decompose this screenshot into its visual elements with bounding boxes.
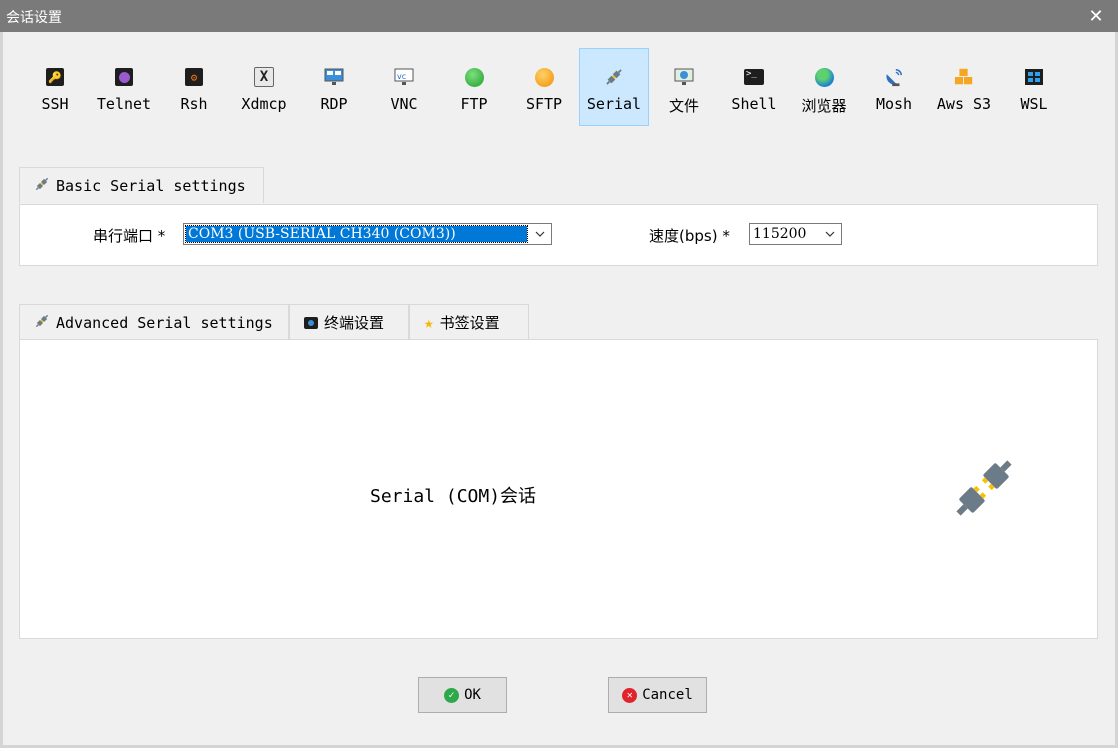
close-icon[interactable]: ✕: [1074, 0, 1118, 32]
svg-text:vc: vc: [397, 72, 406, 81]
vnc-icon: vc: [394, 67, 414, 87]
tool-label: Rsh: [180, 95, 208, 113]
tool-shell[interactable]: >_ Shell: [719, 48, 789, 126]
tool-browser[interactable]: 浏览器: [789, 48, 859, 126]
tab-label: Advanced Serial settings: [56, 313, 273, 332]
tool-sftp[interactable]: SFTP: [509, 48, 579, 126]
title-bar: 会话设置 ✕: [0, 0, 1118, 32]
session-description: Serial (COM)会话: [370, 486, 537, 507]
tool-label: Telnet: [96, 95, 152, 113]
tool-label: Shell: [731, 95, 777, 113]
ok-button[interactable]: ✓ OK: [418, 677, 507, 713]
rdp-monitor-icon: [324, 67, 344, 87]
tab-label: 终端设置: [324, 314, 385, 332]
serial-plug-large-icon: [948, 452, 1020, 528]
tool-label: Xdmcp: [241, 95, 287, 113]
speed-select[interactable]: 115200: [749, 223, 842, 245]
tool-file[interactable]: 文件: [649, 48, 719, 126]
tool-label: WSL: [1020, 95, 1048, 113]
tool-label: Mosh: [875, 95, 913, 113]
serial-port-label: 串行端口 *: [93, 227, 166, 245]
ssh-key-icon: 🔑: [45, 67, 65, 87]
tool-label: FTP: [460, 95, 488, 113]
tool-xdmcp[interactable]: X Xdmcp: [229, 48, 299, 126]
tab-bookmark-settings[interactable]: ★ 书签设置: [409, 304, 529, 340]
chevron-down-icon[interactable]: [529, 224, 551, 244]
xdmcp-icon: X: [254, 67, 274, 87]
tool-serial[interactable]: Serial: [579, 48, 649, 126]
serial-plug-icon: [604, 67, 624, 87]
rsh-icon: ⚙: [184, 67, 204, 87]
tool-vnc[interactable]: vc VNC: [369, 48, 439, 126]
advanced-settings-panel: Serial (COM)会话: [19, 339, 1098, 639]
star-icon: ★: [424, 313, 434, 332]
terminal-settings-icon: [304, 316, 318, 329]
tool-aws-s3[interactable]: Aws S3: [929, 48, 999, 126]
cancel-button[interactable]: ✕ Cancel: [608, 677, 707, 713]
window-title: 会话设置: [6, 10, 62, 26]
tool-telnet[interactable]: Telnet: [89, 48, 159, 126]
browser-globe-icon: [814, 67, 834, 87]
shell-terminal-icon: >_: [744, 67, 764, 87]
ok-label: OK: [464, 687, 481, 703]
tool-ssh[interactable]: 🔑 SSH: [20, 48, 90, 126]
ftp-globe-icon: [464, 67, 484, 87]
tool-rsh[interactable]: ⚙ Rsh: [159, 48, 229, 126]
serial-plug-icon: [34, 176, 50, 196]
wsl-windows-icon: [1024, 67, 1044, 87]
session-type-toolbar: 🔑 SSH Telnet ⚙ Rsh X Xdmcp RDP vc VNC FT…: [20, 48, 1100, 126]
cancel-label: Cancel: [642, 687, 693, 703]
tool-label: RDP: [320, 95, 348, 113]
tab-basic-serial-settings[interactable]: Basic Serial settings: [19, 167, 264, 203]
speed-label: 速度(bps) *: [649, 227, 730, 245]
aws-s3-cubes-icon: [954, 67, 974, 87]
speed-value: 115200: [753, 226, 807, 242]
cancel-x-icon: ✕: [622, 687, 638, 703]
tool-rdp[interactable]: RDP: [299, 48, 369, 126]
serial-port-value: COM3 (USB-SERIAL CH340 (COM3)): [185, 225, 528, 243]
file-icon: [674, 67, 694, 87]
tool-label: VNC: [390, 95, 418, 113]
tool-wsl[interactable]: WSL: [999, 48, 1069, 126]
chevron-down-icon[interactable]: [819, 224, 841, 244]
window-frame-left: [0, 32, 3, 748]
basic-settings-panel: 串行端口 * COM3 (USB-SERIAL CH340 (COM3)) 速度…: [19, 204, 1098, 266]
tab-label: 书签设置: [439, 314, 500, 332]
tab-label: Basic Serial settings: [56, 176, 246, 195]
check-icon: ✓: [444, 687, 460, 703]
tab-terminal-settings[interactable]: 终端设置: [289, 304, 409, 340]
tool-label: Serial: [586, 95, 642, 113]
tool-label: 文件: [668, 97, 699, 115]
tool-label: 浏览器: [801, 97, 847, 115]
tool-label: SFTP: [525, 95, 563, 113]
tool-label: SSH: [41, 95, 69, 113]
tool-mosh[interactable]: Mosh: [859, 48, 929, 126]
telnet-icon: [114, 67, 134, 87]
tool-label: Aws S3: [936, 95, 992, 113]
tool-ftp[interactable]: FTP: [439, 48, 509, 126]
serial-plug-icon: [34, 313, 50, 333]
mosh-satellite-icon: [884, 67, 904, 87]
tab-advanced-serial-settings[interactable]: Advanced Serial settings: [19, 304, 289, 340]
serial-port-select[interactable]: COM3 (USB-SERIAL CH340 (COM3)): [183, 223, 552, 245]
sftp-globe-icon: [534, 67, 554, 87]
